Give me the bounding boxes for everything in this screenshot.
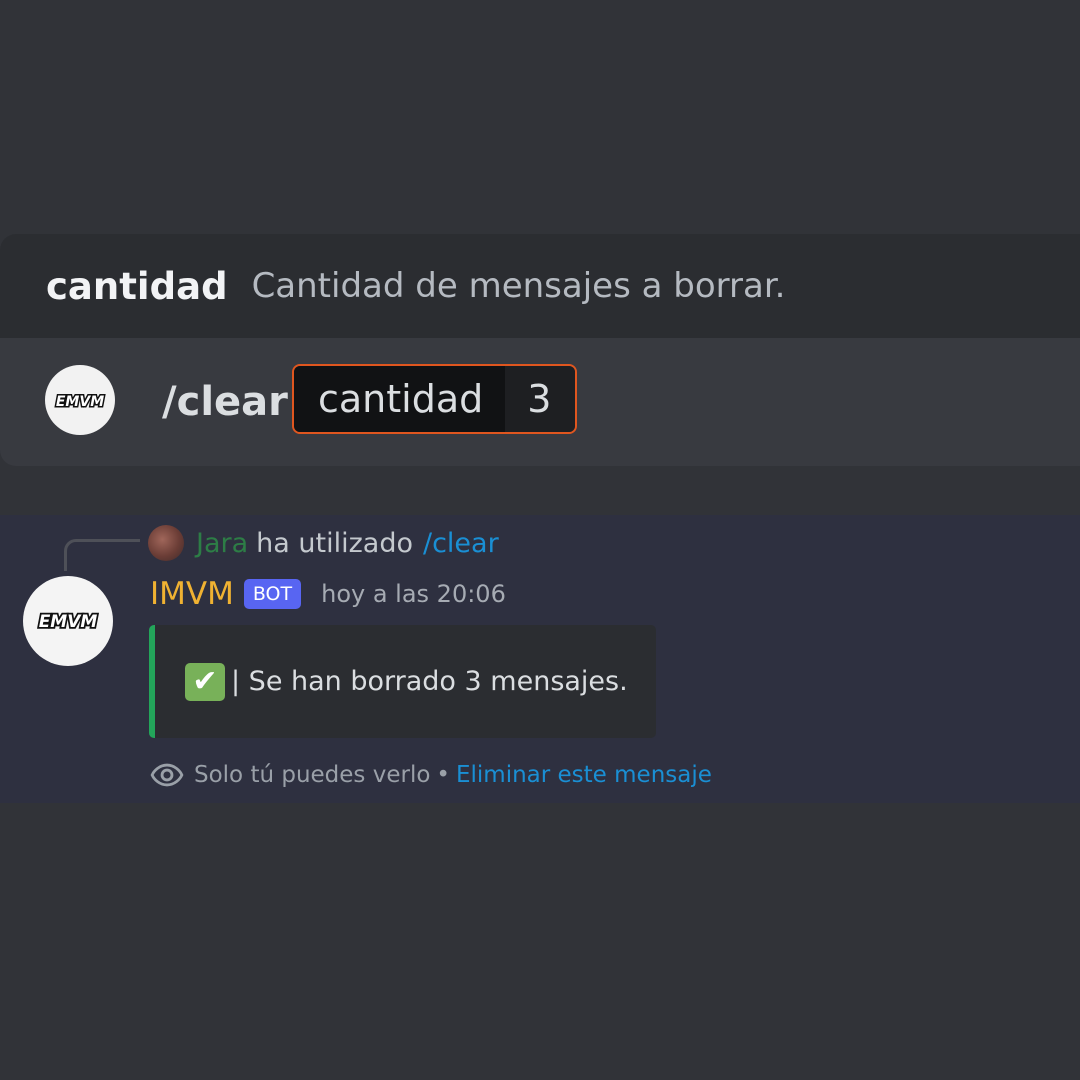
ephemeral-notice: Solo tú puedes verlo • Eliminar este men… — [150, 755, 712, 795]
reply-spine — [64, 539, 140, 571]
slash-command-panel: cantidad Cantidad de mensajes a borrar. … — [0, 234, 1080, 466]
reply-user-avatar[interactable] — [148, 525, 184, 561]
message-header: IMVM BOT hoy a las 20:06 — [150, 573, 506, 615]
author-logo-icon: EMVM — [37, 610, 99, 634]
message-embed: ✔ | Se han borrado 3 mensajes. — [149, 625, 656, 738]
reply-command[interactable]: /clear — [423, 528, 499, 559]
message-timestamp: hoy a las 20:06 — [321, 580, 506, 608]
command-name: /clear — [162, 379, 288, 425]
command-option-chip[interactable]: cantidad 3 — [292, 364, 578, 434]
svg-text:EMVM: EMVM — [56, 394, 104, 410]
reply-text: ha utilizado — [256, 527, 413, 559]
chat-view: cantidad Cantidad de mensajes a borrar. … — [0, 0, 1080, 1080]
eye-icon — [150, 763, 184, 787]
ephemeral-text: Solo tú puedes verlo — [194, 762, 431, 788]
author-name[interactable]: IMVM — [150, 576, 234, 612]
embed-text: | Se han borrado 3 mensajes. — [231, 666, 628, 697]
option-hint-bar: cantidad Cantidad de mensajes a borrar. — [0, 234, 1080, 338]
bot-avatar: EMVM — [45, 365, 115, 435]
command-reply-context[interactable]: Jara ha utilizado /clear — [148, 521, 499, 565]
command-input-row[interactable]: EMVM /clear cantidad 3 — [0, 338, 1080, 466]
reply-username[interactable]: Jara — [196, 528, 248, 559]
bot-tag: BOT — [243, 579, 302, 609]
option-chip-value[interactable]: 3 — [505, 366, 576, 432]
author-avatar[interactable]: EMVM — [23, 576, 113, 666]
bot-message: Jara ha utilizado /clear EMVM IMVM BOT h… — [0, 515, 1080, 803]
svg-text:EMVM: EMVM — [39, 612, 98, 632]
ephemeral-separator: • — [436, 762, 450, 788]
dismiss-message-link[interactable]: Eliminar este mensaje — [456, 762, 712, 788]
option-hint-name: cantidad — [46, 264, 228, 308]
bot-logo-icon: EMVM — [54, 393, 105, 412]
option-chip-name: cantidad — [294, 366, 506, 432]
check-mark-icon: ✔ — [185, 662, 225, 701]
option-hint-description: Cantidad de mensajes a borrar. — [251, 266, 786, 306]
